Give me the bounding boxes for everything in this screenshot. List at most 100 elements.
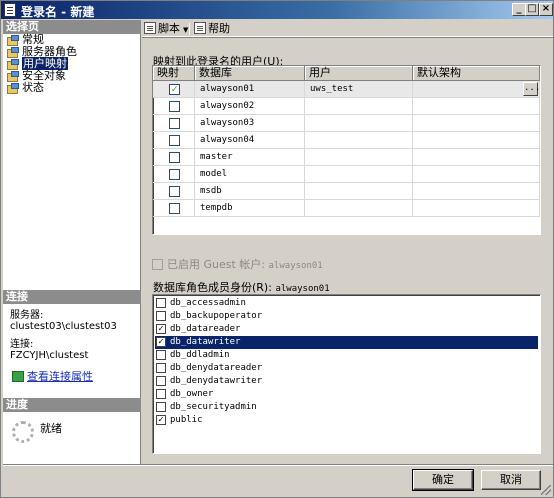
role-checkbox[interactable] (156, 298, 166, 308)
view-connection-properties-link[interactable]: 查看连接属性 (12, 368, 93, 384)
left-pane: 选择页 常规 服务器角色 用户映射 安全对象 状态 连接 服务器: cluste… (3, 20, 141, 464)
map-checkbox[interactable] (169, 101, 180, 112)
connection-header: 连接 (3, 290, 141, 304)
minimize-button[interactable]: _ (512, 3, 526, 16)
table-row[interactable]: alwayson04 (153, 132, 540, 149)
page-icon (7, 47, 19, 58)
table-row[interactable]: model (153, 166, 540, 183)
table-row[interactable]: alwayson03 (153, 115, 540, 132)
toolbar: 脚本 ▼ 帮助 (142, 20, 553, 37)
role-checkbox[interactable]: ✓ (156, 337, 166, 347)
user-cell[interactable] (305, 183, 413, 200)
map-checkbox[interactable] (169, 169, 180, 180)
map-checkbox[interactable] (169, 186, 180, 197)
role-checkbox[interactable]: ✓ (156, 324, 166, 334)
schema-cell[interactable] (413, 183, 540, 200)
list-item[interactable]: db_accessadmin (155, 297, 538, 310)
schema-cell[interactable]: ... (413, 81, 540, 98)
guest-account-option: 已启用 Guest 帐户: alwayson01 (152, 256, 323, 272)
map-checkbox[interactable] (169, 152, 180, 163)
browse-schema-button[interactable]: ... (523, 82, 540, 96)
user-cell[interactable] (305, 166, 413, 183)
user-cell[interactable] (305, 149, 413, 166)
role-checkbox[interactable]: ✓ (156, 415, 166, 425)
schema-cell[interactable] (413, 98, 540, 115)
page-icon (7, 35, 19, 46)
schema-cell[interactable] (413, 200, 540, 217)
schema-cell[interactable] (413, 115, 540, 132)
page-item-status[interactable]: 状态 (3, 82, 141, 94)
cancel-button[interactable]: 取消 (481, 470, 541, 490)
role-checkbox[interactable] (156, 311, 166, 321)
list-item[interactable]: db_ddladmin (155, 349, 538, 362)
bottom-separator (3, 464, 553, 466)
map-checkbox[interactable] (169, 135, 180, 146)
progress-header: 进度 (3, 398, 141, 412)
list-item[interactable]: db_securityadmin (155, 401, 538, 414)
role-checkbox[interactable] (156, 363, 166, 373)
roles-label: 数据库角色成员身份(R): alwayson01 (153, 281, 330, 294)
column-header-user[interactable]: 用户 (305, 66, 413, 81)
page-icon (7, 59, 19, 70)
list-item[interactable]: ✓ db_datareader (155, 323, 538, 336)
database-cell: alwayson02 (195, 98, 305, 115)
role-checkbox[interactable] (156, 376, 166, 386)
server-info: 服务器: clustest03\clustest03 (3, 310, 141, 332)
database-cell: alwayson01 (195, 81, 305, 98)
connection-properties-icon (12, 371, 24, 382)
user-cell[interactable] (305, 200, 413, 217)
map-checkbox[interactable] (169, 203, 180, 214)
database-cell: alwayson04 (195, 132, 305, 149)
role-checkbox[interactable] (156, 389, 166, 399)
maximize-button[interactable]: □ (525, 3, 539, 16)
server-label: 服务器: (10, 310, 44, 321)
schema-cell[interactable] (413, 166, 540, 183)
progress-spinner-icon (12, 421, 34, 443)
right-pane: 脚本 ▼ 帮助 映射到此登录名的用户(U): 映射 数据库 用户 默认架构 ✓ a… (142, 20, 553, 464)
close-button[interactable]: × (539, 3, 553, 16)
resize-grip-icon[interactable] (541, 485, 551, 495)
map-checkbox[interactable]: ✓ (169, 84, 180, 95)
list-item[interactable]: db_denydatawriter (155, 375, 538, 388)
toolbar-separator (189, 23, 190, 35)
list-item[interactable]: db_backupoperator (155, 310, 538, 323)
help-button[interactable]: 帮助 (194, 22, 230, 36)
user-cell[interactable]: uws_test (305, 81, 413, 98)
user-mapping-grid: 映射 数据库 用户 默认架构 ✓ alwayson01 uws_test ...… (152, 65, 541, 235)
column-header-database[interactable]: 数据库 (195, 66, 305, 81)
role-checkbox[interactable] (156, 402, 166, 412)
schema-cell[interactable] (413, 132, 540, 149)
page-icon (7, 71, 19, 82)
guest-label: 已启用 Guest 帐户: (167, 258, 266, 271)
database-cell: tempdb (195, 200, 305, 217)
map-checkbox[interactable] (169, 118, 180, 129)
table-row[interactable]: master (153, 149, 540, 166)
window-title: 登录名 - 新建 (21, 5, 95, 19)
login-new-dialog: 登录名 - 新建 _ □ × 选择页 常规 服务器角色 用户映射 安全对象 状态… (0, 0, 554, 498)
title-bar: 登录名 - 新建 _ □ × (1, 1, 553, 19)
list-item[interactable]: db_denydatareader (155, 362, 538, 375)
table-row[interactable]: msdb (153, 183, 540, 200)
list-item[interactable]: ✓ db_datawriter (155, 336, 538, 349)
guest-database: alwayson01 (268, 261, 323, 271)
script-button[interactable]: 脚本 ▼ (144, 22, 188, 36)
schema-cell[interactable] (413, 149, 540, 166)
list-item[interactable]: db_owner (155, 388, 538, 401)
user-cell[interactable] (305, 115, 413, 132)
table-row[interactable]: tempdb (153, 200, 540, 217)
document-icon (4, 3, 16, 17)
column-header-map[interactable]: 映射 (153, 66, 195, 81)
page-list: 常规 服务器角色 用户映射 安全对象 状态 (3, 34, 141, 94)
user-cell[interactable] (305, 98, 413, 115)
list-item[interactable]: ✓ public (155, 414, 538, 427)
role-checkbox[interactable] (156, 350, 166, 360)
table-row[interactable]: alwayson02 (153, 98, 540, 115)
ok-button[interactable]: 确定 (412, 469, 474, 491)
column-header-default-schema[interactable]: 默认架构 (413, 66, 540, 81)
chevron-down-icon: ▼ (183, 26, 189, 34)
server-value: clustest03\clustest03 (10, 321, 117, 332)
user-cell[interactable] (305, 132, 413, 149)
database-cell: alwayson03 (195, 115, 305, 132)
table-row[interactable]: ✓ alwayson01 uws_test ... (153, 81, 540, 98)
connection-label: 连接: (10, 339, 34, 350)
